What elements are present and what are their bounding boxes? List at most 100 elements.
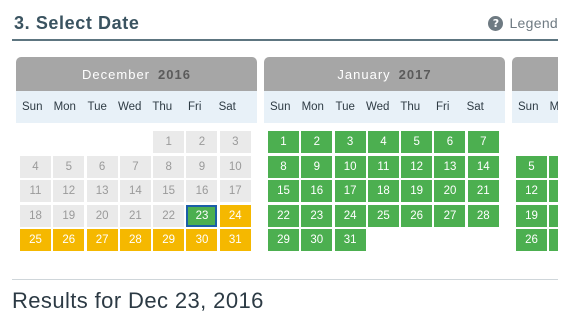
day-cell[interactable]: 18 [367, 180, 399, 203]
day-cell[interactable]: 7 [467, 131, 499, 153]
day-cell: 11 [20, 180, 51, 203]
day-cell[interactable]: 31 [334, 229, 366, 252]
day-cell[interactable]: 16 [301, 180, 333, 203]
month-calendar: January 2017 Sun Mon Tue Wed Thu Fri Sat 12345… [264, 57, 505, 252]
empty-day-cell [87, 131, 118, 153]
month-calendar: December 2016 Sun Mon Tue Wed Thu Fri Sat 1234… [16, 57, 257, 252]
day-cell[interactable]: 1 [268, 131, 299, 153]
empty-day-cell [516, 131, 547, 153]
month-year: 2016 [158, 66, 191, 82]
weekday-label: Wed [366, 101, 390, 113]
day-cell[interactable]: 24 [219, 204, 251, 227]
day-cell[interactable]: 19 [401, 180, 433, 203]
empty-day-cell [549, 131, 558, 153]
day-cell[interactable]: 8 [268, 155, 299, 178]
day-cell[interactable]: 22 [268, 204, 299, 227]
day-cell[interactable]: 26 [516, 229, 547, 252]
day-cell[interactable]: 27 [86, 229, 118, 252]
day-cell[interactable]: 5 [516, 155, 547, 178]
weekday-label: Fri [436, 101, 450, 113]
legend-label[interactable]: Legend [509, 15, 558, 31]
day-cell[interactable]: 25 [20, 229, 51, 252]
day-cell: 17 [219, 180, 251, 203]
day-cell[interactable]: 26 [401, 204, 433, 227]
day-cell[interactable]: 17 [334, 180, 366, 203]
day-cell[interactable]: 29 [268, 229, 299, 252]
day-cell[interactable]: 27 [434, 204, 466, 227]
day-cell[interactable]: 2 [301, 131, 333, 153]
day-cell[interactable]: 14 [467, 155, 499, 178]
section-header: 3. Select Date ? Legend [12, 8, 558, 41]
day-cell: 20 [86, 204, 118, 227]
day-grid: 1 2 3 4 5 6 7 8 9 10 11 12 13 14 15 16 17 18 19 20 21 22 23 24 2… [20, 131, 257, 252]
weekday-label: Sat [466, 101, 484, 113]
empty-day-cell [53, 131, 84, 153]
day-cell[interactable]: 15 [268, 180, 299, 203]
weekday-label: Fri [188, 101, 202, 113]
day-cell[interactable]: 20 [549, 204, 558, 227]
day-cell[interactable]: 11 [367, 155, 399, 178]
empty-day-cell [20, 131, 51, 153]
month-calendar: SunMonTueWedThuFriSat 56121319202627 [512, 57, 558, 252]
day-cell[interactable]: 29 [153, 229, 185, 252]
question-mark-icon[interactable]: ? [488, 15, 504, 31]
day-cell[interactable]: 4 [367, 131, 399, 153]
weekday-label: Tue [335, 101, 355, 113]
day-cell[interactable]: 23 [301, 204, 333, 227]
day-cell: 13 [86, 180, 118, 203]
day-cell[interactable]: 13 [549, 180, 558, 203]
day-cell[interactable]: 25 [367, 204, 399, 227]
weekday-label: Thu [400, 101, 421, 113]
weekday-row: Sun Mon Tue Wed Thu Fri Sat [16, 91, 257, 123]
day-cell: 18 [20, 204, 51, 227]
day-cell[interactable]: 6 [549, 155, 558, 178]
legend-link[interactable]: ? Legend [488, 15, 558, 31]
day-cell[interactable]: 12 [516, 180, 547, 203]
day-cell: 22 [153, 204, 185, 227]
day-cell[interactable]: 21 [467, 180, 499, 203]
day-cell[interactable]: 5 [401, 131, 433, 153]
weekday-label: Sat [218, 101, 236, 113]
day-cell[interactable]: 24 [334, 204, 366, 227]
weekday-label: Sun [270, 101, 291, 113]
weekday-label: Mon [53, 101, 76, 113]
day-cell[interactable]: 20 [434, 180, 466, 203]
weekday-label: Mon [301, 101, 324, 113]
day-grid: 56121319202627 [516, 131, 558, 252]
day-cell: 21 [119, 204, 151, 227]
day-cell: 5 [53, 155, 85, 178]
month-header: December 2016 [16, 57, 257, 91]
month-header: January 2017 [264, 57, 505, 91]
day-cell[interactable]: 31 [219, 229, 251, 252]
month-year: 2017 [398, 66, 432, 82]
day-cell[interactable]: 10 [334, 155, 366, 178]
day-cell[interactable]: 3 [334, 131, 366, 153]
weekday-label: Sun [22, 101, 43, 113]
day-cell: 9 [186, 155, 218, 178]
day-cell[interactable]: 19 [516, 204, 547, 227]
weekday-label: Wed [118, 101, 142, 113]
day-cell: 15 [153, 180, 185, 203]
day-cell[interactable]: 28 [467, 204, 499, 227]
weekday-label: Tue [87, 101, 107, 113]
day-grid: 1 2 3 4 5 6 7 8 9 10 11 12 13 14 15 16 17 18 19 20 21 22 23 24 2… [268, 131, 505, 252]
day-cell[interactable]: 9 [301, 155, 333, 178]
day-cell: 10 [219, 155, 251, 178]
day-cell[interactable]: 30 [186, 229, 218, 252]
month-header [512, 57, 558, 91]
empty-day-cell [120, 131, 151, 153]
day-cell: 12 [53, 180, 85, 203]
selected-day-cell[interactable]: 23 [186, 204, 218, 227]
day-cell[interactable]: 28 [119, 229, 151, 252]
day-cell[interactable]: 27 [549, 229, 558, 252]
day-cell: 7 [119, 155, 151, 178]
day-cell[interactable]: 30 [301, 229, 333, 252]
day-cell: 2 [186, 131, 218, 153]
day-cell[interactable]: 26 [53, 229, 85, 252]
month-name: December [82, 66, 151, 82]
day-cell: 8 [153, 155, 185, 178]
day-cell[interactable]: 12 [401, 155, 433, 178]
calendar-carousel: December 2016 Sun Mon Tue Wed Thu Fri Sat 1234… [16, 57, 558, 262]
day-cell[interactable]: 6 [434, 131, 466, 153]
day-cell[interactable]: 13 [434, 155, 466, 178]
